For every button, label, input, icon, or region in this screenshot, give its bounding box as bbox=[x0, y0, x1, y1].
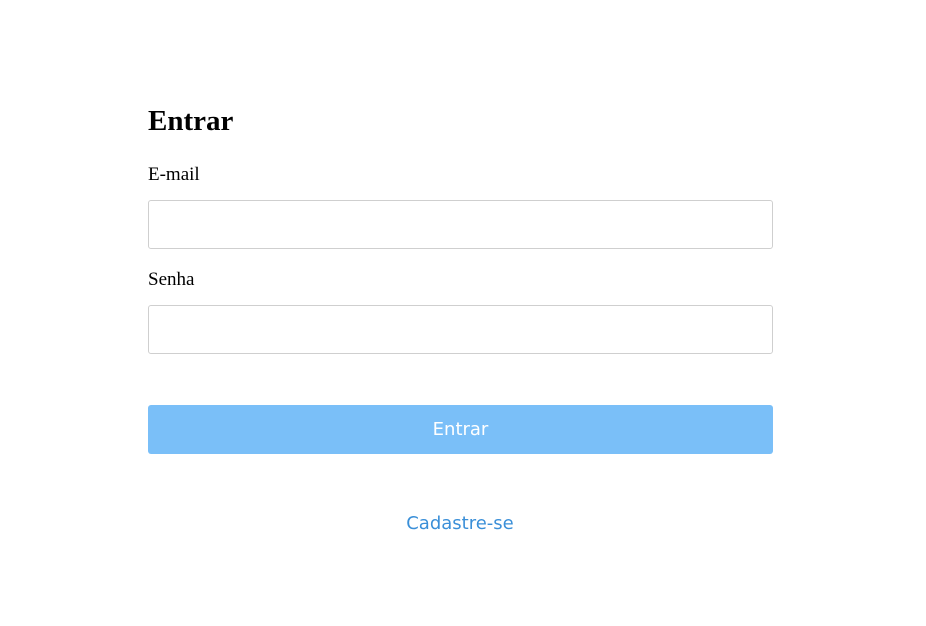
password-field[interactable] bbox=[148, 305, 773, 354]
email-field[interactable] bbox=[148, 200, 773, 249]
login-button[interactable]: Entrar bbox=[148, 405, 773, 454]
login-form: Entrar E-mail Senha Entrar bbox=[148, 104, 773, 454]
login-page: Entrar E-mail Senha Entrar Cadastre-se bbox=[0, 0, 926, 626]
page-title: Entrar bbox=[148, 105, 234, 137]
password-label: Senha bbox=[148, 269, 195, 290]
email-label: E-mail bbox=[148, 164, 200, 185]
signup-link[interactable]: Cadastre-se bbox=[0, 512, 920, 536]
